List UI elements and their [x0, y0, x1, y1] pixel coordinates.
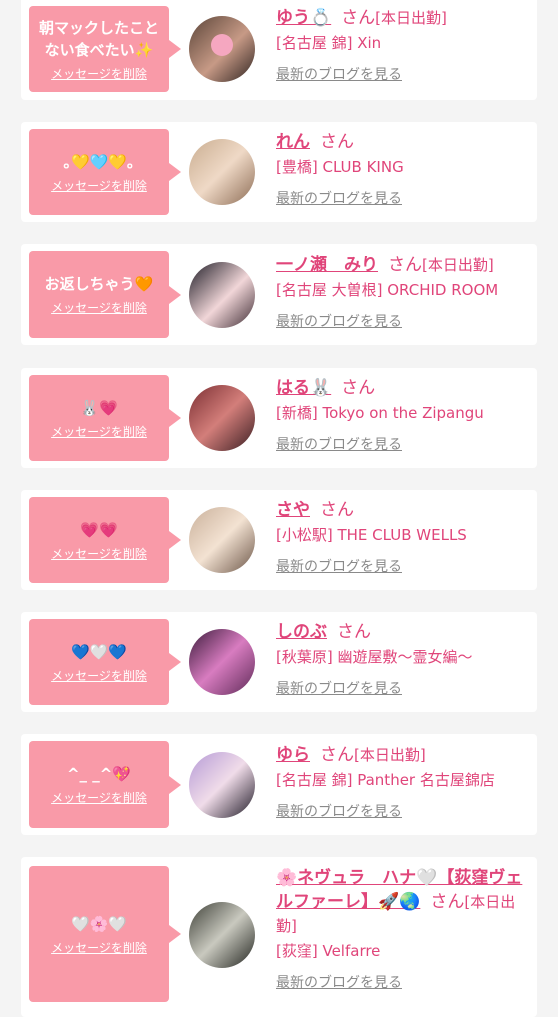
latest-blog-link[interactable]: 最新のブログを見る [276, 972, 531, 992]
status-badge: [本日出勤] [354, 746, 426, 764]
shop-label: [新橋] Tokyo on the Zipangu [276, 404, 484, 422]
message-text: 🤍🌸🤍 [70, 914, 128, 933]
cast-name-link[interactable]: さや [276, 500, 310, 520]
delete-message-link[interactable]: メッセージを削除 [51, 299, 147, 316]
message-text: 朝マックしたことない食べたい✨ [38, 18, 159, 59]
delete-message-link[interactable]: メッセージを削除 [51, 939, 147, 956]
honorific: さん [388, 255, 422, 275]
message-text: 💗💗 [80, 520, 118, 539]
delete-message-link[interactable]: メッセージを削除 [51, 789, 147, 806]
avatar[interactable] [189, 385, 255, 451]
message-card: ｡💛🩵💛｡ メッセージを削除 れん さん [豊橋] CLUB KING 最新のブロ… [21, 122, 537, 222]
cast-name-link[interactable]: はる🐰 [276, 378, 331, 398]
message-bubble: ｡💛🩵💛｡ メッセージを削除 [29, 129, 181, 215]
status-badge: [本日出勤] [375, 9, 447, 27]
honorific: さん [320, 500, 354, 520]
latest-blog-link[interactable]: 最新のブログを見る [276, 434, 531, 454]
delete-message-link[interactable]: メッセージを削除 [51, 177, 147, 194]
avatar[interactable] [189, 507, 255, 573]
message-card: お返しちゃう🧡 メッセージを削除 一ノ瀬 みり さん[本日出勤] [名古屋 大曽根… [21, 244, 537, 345]
latest-blog-link[interactable]: 最新のブログを見る [276, 801, 531, 821]
message-card: 💗💗 メッセージを削除 さや さん [小松駅] THE CLUB WELLS 最新… [21, 490, 537, 590]
shop-label: [荻窪] Velfarre [276, 942, 381, 960]
message-bubble: 💙🤍💙 メッセージを削除 [29, 619, 181, 705]
delete-message-link[interactable]: メッセージを削除 [51, 545, 147, 562]
cast-name-link[interactable]: ゆら [276, 745, 310, 765]
shop-label: [名古屋 錦] Xin [276, 34, 382, 52]
honorific: さん [341, 8, 376, 28]
message-card: 💙🤍💙 メッセージを削除 しのぶ さん [秋葉原] 幽遊屋敷〜霊女編〜 最新のブロ… [21, 612, 537, 712]
avatar[interactable] [189, 902, 255, 968]
message-card: 🐰💗 メッセージを削除 はる🐰 さん [新橋] Tokyo on the Zipa… [21, 368, 537, 468]
message-card: ^_ _^💖 メッセージを削除 ゆら さん[本日出勤] [名古屋 錦] Panth… [21, 734, 537, 835]
shop-label: [小松駅] THE CLUB WELLS [276, 526, 467, 544]
shop-label: [豊橋] CLUB KING [276, 158, 404, 176]
avatar[interactable] [189, 629, 255, 695]
latest-blog-link[interactable]: 最新のブログを見る [276, 64, 531, 84]
latest-blog-link[interactable]: 最新のブログを見る [276, 678, 531, 698]
message-bubble: 🤍🌸🤍 メッセージを削除 [29, 866, 181, 1002]
cast-name-link[interactable]: ゆう💍 [276, 8, 331, 28]
avatar[interactable] [189, 752, 255, 818]
status-badge: [本日出勤] [422, 256, 494, 274]
delete-message-link[interactable]: メッセージを削除 [51, 65, 147, 82]
cast-name-link[interactable]: れん [276, 132, 310, 152]
message-text: ^_ _^💖 [66, 765, 132, 783]
message-bubble: ^_ _^💖 メッセージを削除 [29, 741, 181, 828]
shop-label: [名古屋 大曽根] ORCHID ROOM [276, 281, 499, 299]
shop-label: [名古屋 錦] Panther 名古屋錦店 [276, 771, 495, 789]
honorific: さん [320, 745, 354, 765]
message-card: 朝マックしたことない食べたい✨ メッセージを削除 ゆう💍 さん[本日出勤] [名古… [21, 0, 537, 100]
message-text: お返しちゃう🧡 [44, 275, 154, 293]
latest-blog-link[interactable]: 最新のブログを見る [276, 556, 531, 576]
delete-message-link[interactable]: メッセージを削除 [51, 423, 147, 440]
honorific: さん [430, 892, 465, 912]
cast-name-link[interactable]: しのぶ [276, 622, 327, 642]
message-bubble: 💗💗 メッセージを削除 [29, 497, 181, 583]
honorific: さん [320, 132, 354, 152]
message-text: 💙🤍💙 [70, 642, 128, 661]
delete-message-link[interactable]: メッセージを削除 [51, 667, 147, 684]
latest-blog-link[interactable]: 最新のブログを見る [276, 311, 531, 331]
shop-label: [秋葉原] 幽遊屋敷〜霊女編〜 [276, 648, 473, 666]
honorific: さん [337, 622, 371, 642]
avatar-blur-mark [211, 34, 233, 56]
cast-name-link[interactable]: 一ノ瀬 みり [276, 255, 378, 275]
honorific: さん [341, 378, 376, 398]
avatar[interactable] [189, 139, 255, 205]
message-bubble: 🐰💗 メッセージを削除 [29, 375, 181, 461]
message-text: 🐰💗 [80, 398, 118, 417]
message-card: 🤍🌸🤍 メッセージを削除 🌸ネヴュラ ハナ🤍【荻窪ヴェルファーレ】🚀🌏 さん[本日… [21, 857, 537, 1017]
latest-blog-link[interactable]: 最新のブログを見る [276, 188, 531, 208]
message-bubble: お返しちゃう🧡 メッセージを削除 [29, 251, 181, 338]
avatar[interactable] [189, 16, 255, 82]
avatar[interactable] [189, 262, 255, 328]
message-bubble: 朝マックしたことない食べたい✨ メッセージを削除 [29, 6, 181, 92]
message-text: ｡💛🩵💛｡ [63, 152, 135, 171]
